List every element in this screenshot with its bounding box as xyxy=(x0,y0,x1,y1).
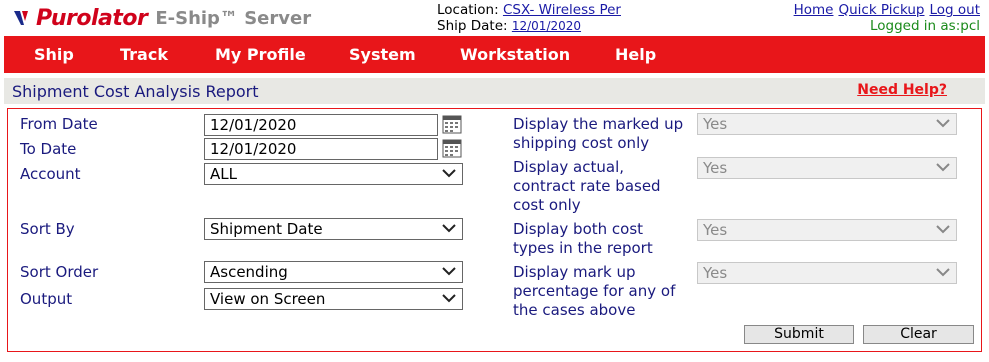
from-date-field[interactable]: 12/01/2020 xyxy=(204,114,438,136)
product-name: E-Ship™ Server xyxy=(155,7,312,29)
submit-button[interactable]: Submit xyxy=(744,325,854,344)
markup-pct-select[interactable]: Yes xyxy=(697,262,957,284)
account-value: ALL xyxy=(210,165,237,183)
nav-my-profile[interactable]: My Profile xyxy=(215,36,306,73)
actual-select[interactable]: Yes xyxy=(697,157,957,179)
nav-help[interactable]: Help xyxy=(615,36,656,73)
sort-by-label: Sort By xyxy=(20,220,75,238)
purolator-slash-icon xyxy=(14,11,28,25)
both-select[interactable]: Yes xyxy=(697,219,957,241)
both-label: Display both cost types in the report xyxy=(513,220,653,258)
sort-order-value: Ascending xyxy=(210,263,288,281)
actual-label: Display actual, contract rate based cost… xyxy=(513,158,661,215)
both-label-line-2: types in the report xyxy=(513,239,653,257)
report-form: From Date 12/01/2020 To Date 12/01/2020 … xyxy=(7,108,982,352)
markup-pct-label-line-2: percentage for any of xyxy=(513,282,676,300)
chevron-down-icon xyxy=(936,268,950,277)
actual-label-line-3: cost only xyxy=(513,196,581,214)
marked-up-label-line-2: shipping cost only xyxy=(513,134,650,152)
ship-date-link[interactable]: 12/01/2020 xyxy=(512,19,581,33)
both-value: Yes xyxy=(703,221,728,239)
sort-by-select[interactable]: Shipment Date xyxy=(204,218,463,240)
from-date-calendar-icon[interactable] xyxy=(442,114,462,134)
page-title: Shipment Cost Analysis Report xyxy=(12,82,259,101)
actual-label-line-1: Display actual, xyxy=(513,158,625,176)
purolator-logo[interactable]: Purolator E-Ship™ Server xyxy=(12,3,311,33)
marked-up-select[interactable]: Yes xyxy=(697,113,957,135)
to-date-label: To Date xyxy=(20,140,77,158)
nav-track[interactable]: Track xyxy=(120,36,168,73)
nav-system[interactable]: System xyxy=(349,36,416,73)
actual-value: Yes xyxy=(703,159,728,177)
both-label-line-1: Display both cost xyxy=(513,220,644,238)
logout-link[interactable]: Log out xyxy=(929,2,980,18)
markup-pct-label-line-3: the cases above xyxy=(513,301,636,319)
output-value: View on Screen xyxy=(210,290,326,308)
ship-date-label: Ship Date: xyxy=(437,18,508,34)
markup-pct-label: Display mark up percentage for any of th… xyxy=(513,263,675,320)
chevron-down-icon xyxy=(442,169,456,178)
sort-by-value: Shipment Date xyxy=(210,220,323,238)
sort-order-select[interactable]: Ascending xyxy=(204,261,463,283)
sort-order-label: Sort Order xyxy=(20,263,99,281)
clear-button[interactable]: Clear xyxy=(863,325,974,344)
output-select[interactable]: View on Screen xyxy=(204,288,463,310)
to-date-calendar-icon[interactable] xyxy=(442,138,462,158)
to-date-field[interactable]: 12/01/2020 xyxy=(204,138,438,160)
location-block: Location: CSX- Wireless Per Ship Date: 1… xyxy=(437,2,621,34)
need-help-link[interactable]: Need Help? xyxy=(857,82,947,98)
brand-name: Purolator xyxy=(36,5,148,31)
output-label: Output xyxy=(20,290,73,308)
account-label: Account xyxy=(20,165,81,183)
main-nav: Ship Track My Profile System Workstation… xyxy=(4,36,985,73)
location-link[interactable]: CSX- Wireless Per xyxy=(503,2,621,18)
home-link[interactable]: Home xyxy=(794,2,834,18)
actual-label-line-2: contract rate based xyxy=(513,177,661,195)
markup-pct-value: Yes xyxy=(703,264,728,282)
nav-workstation[interactable]: Workstation xyxy=(460,36,570,73)
markup-pct-label-line-1: Display mark up xyxy=(513,263,636,281)
chevron-down-icon xyxy=(442,294,456,303)
marked-up-label: Display the marked up shipping cost only xyxy=(513,115,683,153)
location-label: Location: xyxy=(437,2,499,18)
header: Purolator E-Ship™ Server Location: CSX- … xyxy=(0,0,989,36)
chevron-down-icon xyxy=(442,224,456,233)
quick-pickup-link[interactable]: Quick Pickup xyxy=(838,2,924,18)
marked-up-label-line-1: Display the marked up xyxy=(513,115,684,133)
nav-ship[interactable]: Ship xyxy=(34,36,74,73)
chevron-down-icon xyxy=(936,163,950,172)
page-title-bar: Shipment Cost Analysis Report Need Help? xyxy=(4,78,985,104)
from-date-label: From Date xyxy=(20,115,98,133)
top-links: Home Quick Pickup Log out Logged in as:pcl xyxy=(794,2,980,34)
account-select[interactable]: ALL xyxy=(204,163,463,185)
logged-in-status: Logged in as:pcl xyxy=(869,18,980,34)
chevron-down-icon xyxy=(442,267,456,276)
chevron-down-icon xyxy=(936,119,950,128)
chevron-down-icon xyxy=(936,225,950,234)
marked-up-value: Yes xyxy=(703,115,728,133)
